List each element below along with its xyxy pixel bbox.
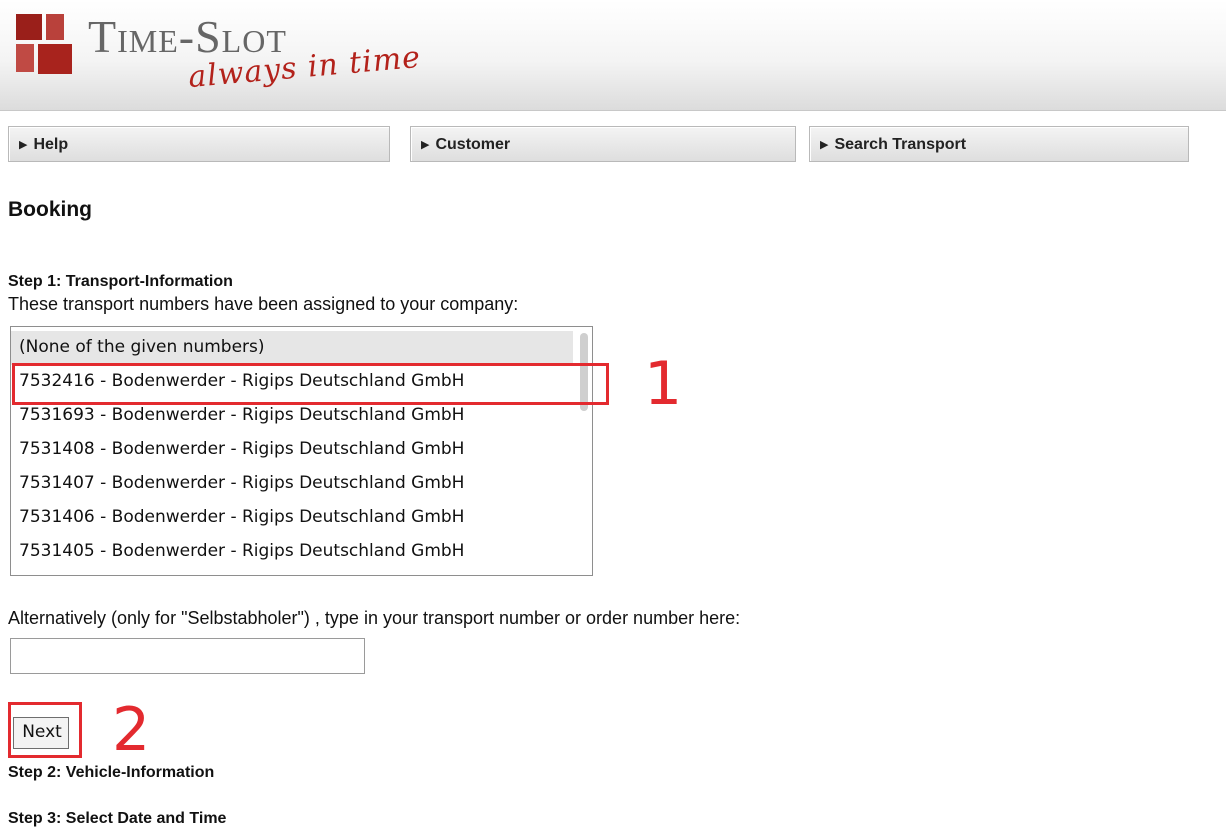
logo-block — [46, 14, 64, 40]
nav-help-button[interactable]: ▶ Help — [8, 126, 390, 162]
triangle-right-icon: ▶ — [421, 139, 430, 151]
list-item[interactable]: 7531408 - Bodenwerder - Rigips Deutschla… — [11, 433, 573, 467]
nav-customer-button[interactable]: ▶ Customer — [410, 126, 796, 162]
logo-block — [16, 14, 42, 40]
step1-title: Step 1: Transport-Information — [8, 273, 233, 290]
list-item[interactable]: 7531407 - Bodenwerder - Rigips Deutschla… — [11, 467, 573, 501]
logo-block — [16, 44, 34, 72]
nav-search-transport-button[interactable]: ▶ Search Transport — [809, 126, 1189, 162]
triangle-right-icon: ▶ — [820, 139, 829, 151]
step1-description: These transport numbers have been assign… — [8, 294, 519, 314]
logo-block — [38, 44, 72, 74]
header-bar: Time-Slot always in time — [0, 0, 1226, 111]
step3-title: Step 3: Select Date and Time — [8, 810, 227, 827]
list-item[interactable]: (None of the given numbers) — [11, 331, 573, 365]
annotation-box-2 — [8, 702, 82, 758]
list-item[interactable]: 7531406 - Bodenwerder - Rigips Deutschla… — [11, 501, 573, 535]
nav-customer-label: Customer — [435, 136, 511, 153]
alternative-label: Alternatively (only for "Selbstabholer")… — [8, 608, 741, 628]
annotation-number-1: 1 — [644, 349, 683, 419]
triangle-right-icon: ▶ — [19, 139, 28, 151]
annotation-number-2: 2 — [112, 695, 151, 765]
logo-mark — [16, 14, 82, 74]
step2-title: Step 2: Vehicle-Information — [8, 764, 215, 781]
annotation-box-1 — [12, 363, 609, 405]
list-item[interactable]: 7531405 - Bodenwerder - Rigips Deutschla… — [11, 535, 573, 569]
nav-help-label: Help — [33, 136, 69, 153]
transport-number-input[interactable] — [10, 638, 365, 674]
nav-search-transport-label: Search Transport — [834, 136, 967, 153]
page-title: Booking — [8, 198, 92, 221]
